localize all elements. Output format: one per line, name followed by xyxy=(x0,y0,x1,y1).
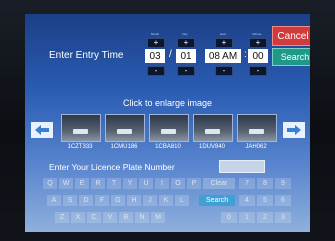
plate-caption: 1CMU186 xyxy=(110,144,138,150)
key-w[interactable]: W xyxy=(59,178,73,189)
key-4[interactable]: 4 xyxy=(239,195,255,206)
key-h[interactable]: H xyxy=(127,195,141,206)
key-u[interactable]: U xyxy=(139,178,153,189)
vehicle-image-thumbnail[interactable] xyxy=(105,114,145,142)
vehicle-image-thumbnail[interactable] xyxy=(193,114,233,142)
key-e[interactable]: E xyxy=(75,178,89,189)
plate-caption: 1CZT333 xyxy=(67,144,93,150)
key-z[interactable]: Z xyxy=(55,212,69,223)
key-1[interactable]: 1 xyxy=(239,212,255,223)
entry-time-label: Enter Entry Time xyxy=(49,50,124,61)
key-c[interactable]: C xyxy=(87,212,101,223)
key-x[interactable]: X xyxy=(71,212,85,223)
minute-decrement-button[interactable]: - xyxy=(249,66,267,76)
key-r[interactable]: R xyxy=(91,178,105,189)
month-increment-button[interactable]: + xyxy=(147,38,165,48)
hour-column-label: Hour xyxy=(219,32,227,36)
key-b[interactable]: B xyxy=(119,212,133,223)
day-decrement-button[interactable]: - xyxy=(177,66,195,76)
hour-increment-button[interactable]: + xyxy=(215,38,233,48)
vehicle-image-thumbnail[interactable] xyxy=(149,114,189,142)
key-y[interactable]: Y xyxy=(123,178,137,189)
month-decrement-button[interactable]: - xyxy=(147,66,165,76)
minute-increment-button[interactable]: + xyxy=(249,38,267,48)
arrow-right-icon xyxy=(287,125,301,135)
key-8[interactable]: 8 xyxy=(257,178,273,189)
key-2[interactable]: 2 xyxy=(257,212,273,223)
key-3[interactable]: 3 xyxy=(275,212,291,223)
key-o[interactable]: O xyxy=(171,178,185,189)
plate-caption: 1CBA810 xyxy=(155,144,181,150)
key-a[interactable]: A xyxy=(47,195,61,206)
hour-decrement-button[interactable]: - xyxy=(215,66,233,76)
day-increment-button[interactable]: + xyxy=(177,38,195,48)
key-v[interactable]: V xyxy=(103,212,117,223)
arrow-left-icon xyxy=(35,125,49,135)
hour-value: 08 AM xyxy=(205,49,241,63)
key-0[interactable]: 0 xyxy=(221,212,237,223)
search-time-button[interactable]: Search xyxy=(272,48,310,66)
clear-button[interactable]: Clear xyxy=(203,178,235,189)
scroll-right-button[interactable] xyxy=(283,122,305,138)
key-n[interactable]: N xyxy=(135,212,149,223)
key-l[interactable]: L xyxy=(175,195,189,206)
vehicle-image-thumbnail[interactable] xyxy=(61,114,101,142)
enlarge-instruction: Click to enlarge image xyxy=(122,98,213,108)
key-q[interactable]: Q xyxy=(43,178,57,189)
plate-caption: JAH062 xyxy=(245,144,267,150)
plate-caption: 1DUV840 xyxy=(198,144,225,150)
key-k[interactable]: K xyxy=(159,195,173,206)
day-column-label: Day xyxy=(182,32,188,36)
key-g[interactable]: G xyxy=(111,195,125,206)
plate-input[interactable] xyxy=(219,160,265,173)
key-7[interactable]: 7 xyxy=(239,178,255,189)
month-value: 03 xyxy=(145,49,165,63)
key-f[interactable]: F xyxy=(95,195,109,206)
minute-column-label: Minute xyxy=(252,32,262,36)
key-t[interactable]: T xyxy=(107,178,121,189)
month-column-label: Month xyxy=(150,32,160,36)
key-m[interactable]: M xyxy=(151,212,165,223)
key-d[interactable]: D xyxy=(79,195,93,206)
key-p[interactable]: P xyxy=(187,178,201,189)
cancel-button[interactable]: Cancel xyxy=(272,26,310,46)
date-separator: / xyxy=(169,49,172,60)
day-value: 01 xyxy=(176,49,196,63)
key-j[interactable]: J xyxy=(143,195,157,206)
key-9[interactable]: 9 xyxy=(275,178,291,189)
key-i[interactable]: I xyxy=(155,178,169,189)
vehicle-image-thumbnail[interactable] xyxy=(237,114,277,142)
kiosk-screen: Cancel Month Day Hour Minute + + + + Ent… xyxy=(25,14,310,232)
minute-value: 00 xyxy=(248,49,268,63)
scroll-left-button[interactable] xyxy=(31,122,53,138)
key-6[interactable]: 6 xyxy=(275,195,291,206)
key-s[interactable]: S xyxy=(63,195,77,206)
plate-entry-label: Enter Your Licence Plate Number xyxy=(49,162,175,172)
time-separator: : xyxy=(244,49,247,60)
search-plate-button[interactable]: Search xyxy=(199,195,235,206)
key-5[interactable]: 5 xyxy=(257,195,273,206)
